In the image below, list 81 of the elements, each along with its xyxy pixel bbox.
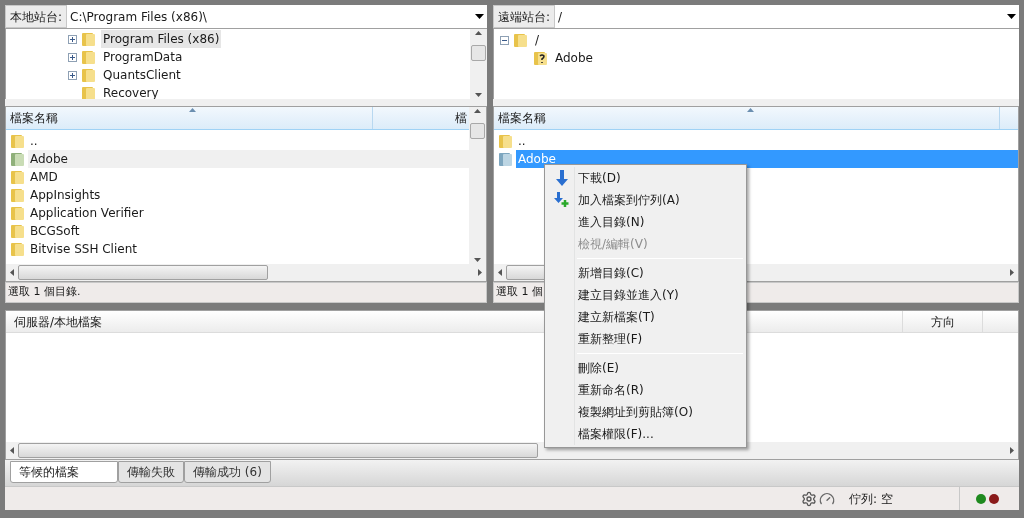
vertical-scrollbar[interactable] — [469, 107, 486, 264]
expand-icon[interactable] — [68, 34, 77, 44]
queue-status: 佇列: 空 — [849, 490, 894, 508]
folder-icon — [498, 151, 514, 167]
scrollbar-thumb[interactable] — [470, 123, 485, 139]
speed-limit-icon[interactable] — [819, 490, 835, 507]
scroll-left-icon[interactable] — [10, 447, 14, 454]
queue-tab[interactable]: 等候的檔案 — [10, 461, 118, 483]
expand-icon[interactable] — [68, 70, 77, 80]
file-row[interactable]: Bitvise SSH Client — [6, 240, 469, 258]
file-row[interactable]: AppInsights — [6, 186, 469, 204]
tree-item[interactable]: / — [533, 31, 542, 49]
tree-item[interactable]: QuantsClient — [101, 66, 183, 84]
folder-icon — [10, 205, 26, 221]
queue-tab[interactable]: 傳輸成功 (6) — [184, 461, 271, 483]
scroll-right-icon[interactable] — [1010, 269, 1014, 276]
menu-item[interactable]: 刪除(E) — [545, 357, 746, 379]
tree-item[interactable]: Program Files (x86) — [101, 30, 222, 48]
folder-icon — [81, 49, 97, 65]
folder-icon — [10, 169, 26, 185]
scroll-left-icon[interactable] — [498, 269, 502, 276]
scroll-right-icon[interactable] — [478, 269, 482, 276]
menu-item[interactable]: 複製網址到剪貼簿(O) — [545, 401, 746, 423]
site-label: 本地站台: — [5, 5, 68, 28]
file-row[interactable]: Application Verifier — [6, 204, 469, 222]
scroll-left-icon[interactable] — [10, 269, 14, 276]
scrollbar-thumb[interactable] — [506, 265, 546, 280]
folder-icon — [10, 241, 26, 257]
menu-item[interactable]: 新增目錄(C) — [545, 262, 746, 284]
folder-icon — [10, 187, 26, 203]
file-row[interactable]: .. — [6, 132, 469, 150]
column-header[interactable]: 檔案名稱 — [6, 107, 373, 129]
column-header[interactable]: 方向 — [903, 311, 983, 332]
add-download-icon — [553, 192, 570, 208]
unknown-folder-icon — [533, 50, 549, 66]
folder-icon — [81, 85, 97, 99]
folder-icon — [513, 32, 529, 48]
horizontal-scrollbar[interactable] — [6, 442, 1018, 459]
menu-item[interactable]: 加入檔案到佇列(A) — [545, 189, 746, 211]
folder-icon — [81, 31, 97, 47]
file-row[interactable]: BCGSoft — [6, 222, 469, 240]
folder-icon — [498, 133, 514, 149]
dropdown-icon[interactable] — [1007, 14, 1016, 19]
settings-icon[interactable] — [801, 490, 817, 507]
folder-icon — [10, 151, 26, 167]
folder-icon — [10, 223, 26, 239]
folder-icon — [10, 133, 26, 149]
scroll-down-icon[interactable] — [475, 93, 482, 97]
column-header[interactable]: 檔 — [373, 107, 469, 129]
file-row[interactable]: .. — [494, 132, 1018, 150]
vertical-scrollbar[interactable] — [470, 29, 487, 99]
status-text: 選取 1 個目錄. — [8, 284, 81, 301]
menu-item[interactable]: 進入目錄(N) — [545, 211, 746, 233]
sort-icon — [746, 108, 754, 112]
horizontal-scrollbar[interactable] — [6, 264, 486, 281]
download-arrow-icon — [555, 170, 568, 186]
menu-item[interactable]: 建立目錄並進入(Y) — [545, 284, 746, 306]
folder-icon — [81, 67, 97, 83]
queue-tab[interactable]: 傳輸失敗 — [118, 461, 184, 483]
scroll-up-icon[interactable] — [474, 109, 481, 113]
file-row[interactable]: AMD — [6, 168, 469, 186]
collapse-icon[interactable] — [500, 35, 509, 45]
menu-item[interactable]: 檔案權限(F)... — [545, 423, 746, 445]
menu-item[interactable]: 下載(D) — [545, 167, 746, 189]
scrollbar-thumb[interactable] — [18, 265, 268, 280]
dropdown-icon[interactable] — [475, 14, 484, 19]
scroll-down-icon[interactable] — [474, 258, 481, 262]
tree-item[interactable]: Adobe — [553, 49, 595, 67]
status-text: 選取 1 個 — [496, 284, 543, 301]
expand-icon[interactable] — [68, 52, 77, 62]
scrollbar-thumb[interactable] — [18, 443, 538, 458]
tree-item[interactable]: ProgramData — [101, 48, 185, 66]
site-label: 遠端站台: — [493, 5, 556, 28]
scroll-up-icon[interactable] — [475, 31, 482, 35]
menu-item[interactable]: 重新命名(R) — [545, 379, 746, 401]
tree-item[interactable]: Recovery — [101, 84, 161, 99]
path-combobox[interactable]: / — [555, 5, 1019, 28]
sort-icon — [189, 108, 196, 112]
path-combobox[interactable]: C:\Program Files (x86)\ — [67, 5, 487, 28]
scrollbar-thumb[interactable] — [471, 45, 486, 61]
scroll-right-icon[interactable] — [1010, 447, 1014, 454]
